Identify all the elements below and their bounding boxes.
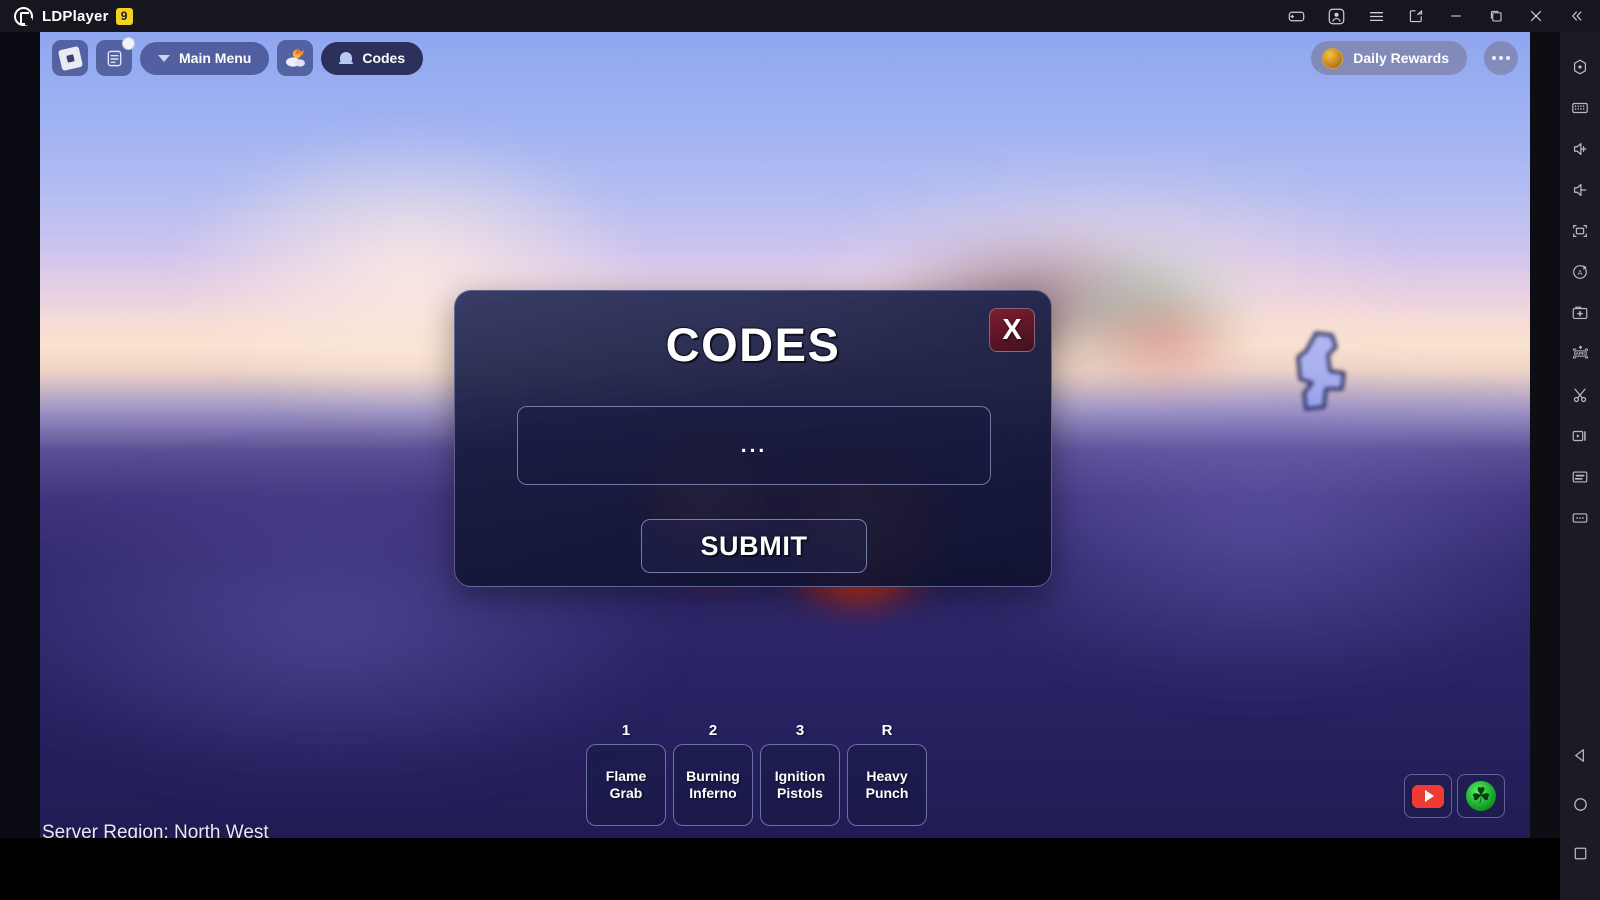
weather-sun-cloud-icon[interactable] [277, 40, 314, 76]
scissors-icon[interactable] [1560, 374, 1600, 415]
ability-name-line1: Heavy [866, 767, 908, 784]
ability-key: 3 [795, 722, 805, 739]
screenshot-icon[interactable] [1396, 0, 1436, 32]
daily-rewards-label: Daily Rewards [1353, 50, 1449, 66]
back-nav-icon[interactable] [1560, 731, 1600, 780]
version-badge: 9 [115, 7, 133, 25]
maximize-icon[interactable] [1476, 0, 1516, 32]
fullscreen-icon[interactable] [1560, 210, 1600, 251]
close-icon[interactable] [1516, 0, 1556, 32]
app-title: LDPlayer [42, 7, 109, 25]
ability-key: R [881, 722, 893, 739]
ldplayer-logo-icon [14, 6, 33, 26]
clover-icon: ☘ [1466, 781, 1496, 811]
codes-button[interactable]: Codes [321, 41, 424, 75]
ability-name-line2: Pistols [777, 784, 823, 801]
apk-install-icon[interactable]: APK [1560, 333, 1600, 374]
more-options-icon[interactable] [1484, 41, 1518, 75]
keyboard-icon[interactable] [1560, 87, 1600, 128]
gamepad-icon[interactable] [1276, 0, 1316, 32]
ability-key: 2 [708, 722, 718, 739]
code-input[interactable]: ... [517, 406, 991, 485]
reward-coin-icon [1322, 47, 1344, 69]
codes-label: Codes [362, 50, 406, 66]
ldplayer-window: LDPlayer 9 Main Menu Codes Daily Rewards… [0, 0, 1600, 900]
codes-dialog: CODES X ... SUBMIT [454, 290, 1052, 587]
ability-name-line2: Punch [865, 784, 909, 801]
bell-icon [339, 51, 354, 66]
ability-bar: 1 Flame Grab 2 Burning Inferno 3 Ignitio… [586, 722, 927, 826]
home-nav-icon[interactable] [1560, 780, 1600, 829]
volume-down-icon[interactable] [1560, 169, 1600, 210]
svg-text:APK: APK [1575, 351, 1585, 356]
titlebar: LDPlayer 9 [0, 0, 1600, 32]
main-menu-label: Main Menu [179, 50, 252, 66]
ability-name-line2: Grab [609, 784, 643, 801]
location-icon[interactable] [1560, 46, 1600, 87]
ability-slot-2[interactable]: 2 Burning Inferno [673, 722, 753, 826]
account-icon[interactable] [1316, 0, 1356, 32]
video-record-icon[interactable] [1560, 415, 1600, 456]
sync-instance-icon[interactable] [1560, 456, 1600, 497]
volume-up-icon[interactable] [1560, 128, 1600, 169]
daily-rewards-button[interactable]: Daily Rewards [1311, 41, 1467, 75]
ability-name-line2: Inferno [689, 784, 737, 801]
recents-nav-icon[interactable] [1560, 829, 1600, 878]
submit-button[interactable]: SUBMIT [641, 519, 867, 573]
notifications-list-icon[interactable] [96, 37, 135, 76]
ability-slot-r[interactable]: R Heavy Punch [847, 722, 927, 826]
add-instance-icon[interactable] [1560, 292, 1600, 333]
avatar [1278, 327, 1358, 417]
roblox-logo-icon[interactable] [52, 40, 88, 76]
close-dialog-button[interactable]: X [989, 308, 1035, 352]
rotate-screen-icon[interactable]: A [1560, 251, 1600, 292]
emulator-screen: Main Menu Codes Daily Rewards CODES X ..… [40, 32, 1530, 838]
dialog-title: CODES [665, 318, 841, 371]
luck-button[interactable]: ☘ [1457, 774, 1505, 818]
ldplayer-sidebar: A APK [1560, 32, 1600, 900]
collapse-icon[interactable] [1556, 0, 1596, 32]
server-region-label: Server Region: North West [42, 822, 269, 838]
youtube-button[interactable] [1404, 774, 1452, 818]
ability-name-line1: Burning [686, 767, 740, 784]
ability-slot-3[interactable]: 3 Ignition Pistols [760, 722, 840, 826]
svg-text:A: A [1578, 268, 1583, 277]
ability-name-line1: Ignition [774, 767, 826, 784]
menu-icon[interactable] [1356, 0, 1396, 32]
main-menu-button[interactable]: Main Menu [140, 41, 270, 75]
chevron-down-icon [158, 54, 170, 62]
floating-buttons: ☘ [1404, 774, 1505, 818]
more-tools-icon[interactable] [1560, 497, 1600, 538]
notification-badge [122, 37, 135, 50]
left-gutter [0, 32, 40, 838]
ability-name-line1: Flame [605, 767, 647, 784]
bottom-letterbox [0, 838, 1600, 900]
ability-key: 1 [621, 722, 631, 739]
ability-slot-1[interactable]: 1 Flame Grab [586, 722, 666, 826]
minimize-icon[interactable] [1436, 0, 1476, 32]
game-topbar: Main Menu Codes Daily Rewards [40, 32, 1530, 84]
youtube-play-icon [1412, 784, 1444, 808]
